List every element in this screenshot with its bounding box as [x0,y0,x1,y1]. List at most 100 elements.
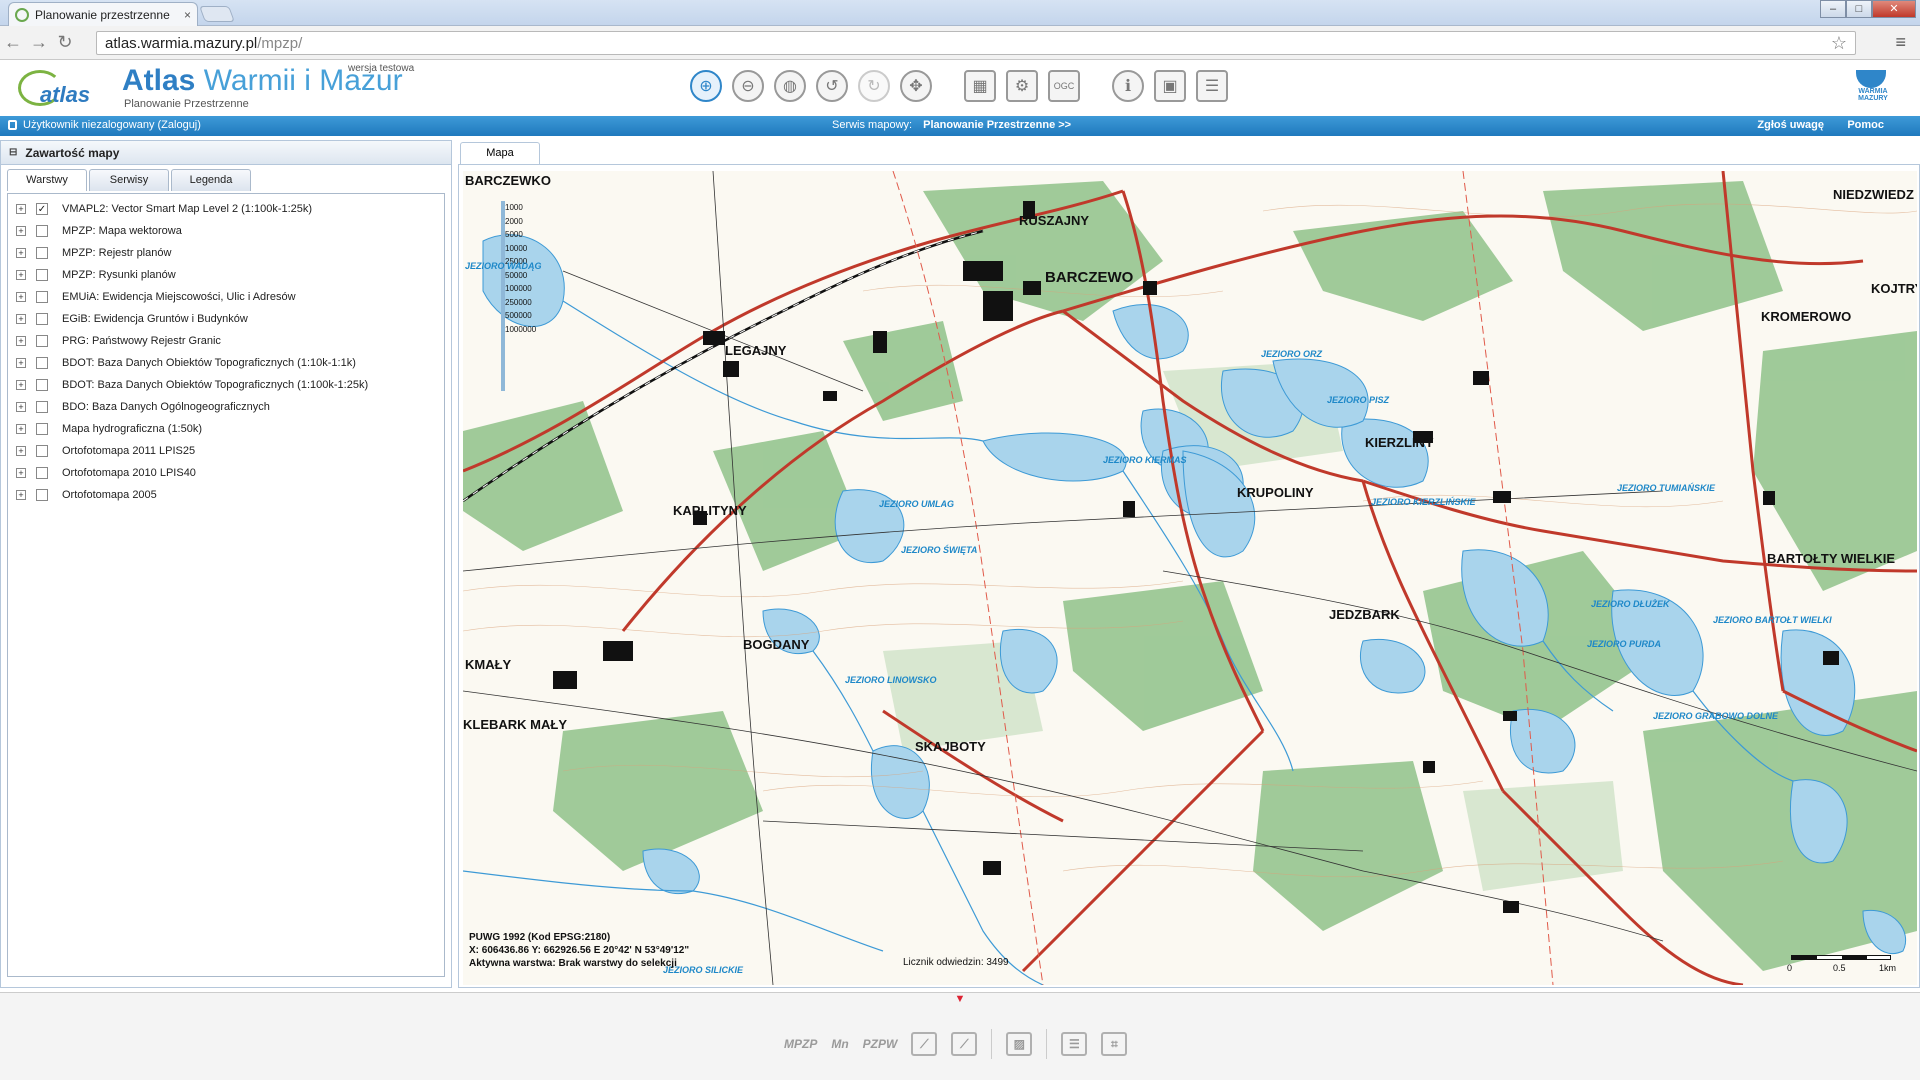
bookmark-star-icon[interactable]: ☆ [1831,33,1847,54]
layer-checkbox[interactable] [36,335,48,347]
zoom-scale-tick[interactable]: 2000 [505,215,536,229]
browser-tab[interactable]: Planowanie przestrzenne × [8,2,198,26]
layer-label[interactable]: EMUiA: Ewidencja Miejscowości, Ulic i Ad… [62,291,296,303]
mpzp-tool[interactable]: MPZP [784,1037,817,1051]
lake-label: JEZIORO UMLAG [879,499,955,509]
measure-area-icon[interactable]: ⟋ [951,1032,978,1056]
edit-list-icon[interactable]: ☰ [1061,1032,1088,1056]
expand-icon[interactable]: + [16,490,26,500]
tab-map[interactable]: Mapa [460,142,540,164]
layer-checkbox[interactable] [36,357,48,369]
window-close-button[interactable]: ✕ [1872,0,1916,18]
zoom-out-icon[interactable]: ⊖ [732,70,764,102]
layers-grid-icon[interactable]: ▣ [1154,70,1186,102]
layer-checkbox[interactable] [36,313,48,325]
document-list-icon[interactable]: ☰ [1196,70,1228,102]
expand-icon[interactable]: + [16,468,26,478]
layer-checkbox[interactable] [36,401,48,413]
expand-icon[interactable]: + [16,446,26,456]
collapse-icon[interactable]: ⊟ [9,147,17,158]
expand-icon[interactable]: + [16,380,26,390]
expand-icon[interactable]: + [16,248,26,258]
layer-label[interactable]: MPZP: Mapa wektorowa [62,225,182,237]
expand-icon[interactable]: + [16,358,26,368]
print-icon[interactable]: ▦ [964,70,996,102]
coordinate-system: PUWG 1992 (Kod EPSG:2180) [469,932,611,943]
layer-label[interactable]: BDOT: Baza Danych Obiektów Topograficzny… [62,357,356,369]
info-icon[interactable]: ℹ [1112,70,1144,102]
forward-icon[interactable]: → [26,32,52,53]
report-link[interactable]: Zgłoś uwagę [1757,119,1824,131]
layer-checkbox[interactable] [36,489,48,501]
zoom-scale-tick[interactable]: 10000 [505,242,536,256]
zoom-in-icon[interactable]: ⊕ [690,70,722,102]
layer-checkbox[interactable] [36,379,48,391]
history-back-icon[interactable]: ↺ [816,70,848,102]
layer-label[interactable]: Ortofotomapa 2011 LPIS25 [62,445,195,457]
expand-icon[interactable]: + [16,292,26,302]
mn-tool[interactable]: Mn [831,1037,848,1051]
expand-icon[interactable]: + [16,270,26,280]
login-link[interactable]: Użytkownik niezalogowany (Zaloguj) [23,119,201,131]
tab-services[interactable]: Serwisy [89,169,169,191]
measure-line-icon[interactable]: ⟋ [911,1032,938,1056]
layer-checkbox[interactable] [36,423,48,435]
tab-close-icon[interactable]: × [184,8,191,22]
zoom-scale-tick[interactable]: 250000 [505,296,536,310]
back-icon[interactable]: ← [0,32,26,53]
layer-label[interactable]: BDO: Baza Danych Ogólnogeograficznych [62,401,270,413]
reload-icon[interactable]: ↻ [52,32,78,53]
chart-icon[interactable]: ⌗ [1101,1032,1128,1056]
expand-arrow-icon[interactable]: ▼ [953,993,967,1005]
tab-legend[interactable]: Legenda [171,169,251,191]
layer-checkbox[interactable] [36,247,48,259]
expand-icon[interactable]: + [16,226,26,236]
tab-layers[interactable]: Warstwy [7,169,87,191]
layer-checkbox[interactable] [36,291,48,303]
expand-icon[interactable]: + [16,204,26,214]
layer-checkbox[interactable] [36,225,48,237]
layer-label[interactable]: Mapa hydrograficzna (1:50k) [62,423,202,435]
layer-checkbox[interactable] [36,467,48,479]
layer-label[interactable]: Ortofotomapa 2005 [62,489,157,501]
layer-label[interactable]: MPZP: Rysunki planów [62,269,176,281]
pan-icon[interactable]: ✥ [900,70,932,102]
place-label: KROMEROWO [1761,309,1852,324]
address-bar[interactable]: atlas.warmia.mazury.pl /mpzp/ ☆ [96,31,1856,55]
expand-icon[interactable]: + [16,424,26,434]
hatch-icon[interactable]: ▨ [1006,1032,1033,1056]
atlas-logo[interactable]: atlas [18,66,98,110]
zoom-scale-tick[interactable]: 5000 [505,228,536,242]
expand-icon[interactable]: + [16,402,26,412]
zoom-scale-tick[interactable]: 1000000 [505,323,536,337]
layer-row: + Ortofotomapa 2011 LPIS25 [8,440,444,462]
layer-label[interactable]: BDOT: Baza Danych Obiektów Topograficzny… [62,379,368,391]
ogc-icon[interactable]: OGC [1048,70,1080,102]
layer-label[interactable]: PRG: Państwowy Rejestr Granic [62,335,221,347]
zoom-scale-tick[interactable]: 1000 [505,201,536,215]
layer-label[interactable]: VMAPL2: Vector Smart Map Level 2 (1:100k… [62,203,312,215]
layer-checkbox[interactable]: ✓ [36,203,48,215]
zoom-scale-tick[interactable]: 500000 [505,309,536,323]
settings-icon[interactable]: ⚙ [1006,70,1038,102]
help-link[interactable]: Pomoc [1847,119,1884,131]
pzpw-tool[interactable]: PZPW [863,1037,898,1051]
layer-checkbox[interactable] [36,445,48,457]
zoom-scale-tick[interactable]: 100000 [505,282,536,296]
expand-icon[interactable]: + [16,314,26,324]
history-forward-icon[interactable]: ↻ [858,70,890,102]
minimize-button[interactable]: – [1820,0,1846,18]
expand-icon[interactable]: + [16,336,26,346]
map-content-panel: ⊟ Zawartość mapy Warstwy Serwisy Legenda… [0,140,452,988]
new-tab-button[interactable] [199,6,235,22]
maximize-button[interactable]: □ [1846,0,1872,18]
layer-label[interactable]: EGiB: Ewidencja Gruntów i Budynków [62,313,248,325]
browser-menu-icon[interactable]: ≡ [1895,32,1906,53]
layer-label[interactable]: Ortofotomapa 2010 LPIS40 [62,467,196,479]
layer-label[interactable]: MPZP: Rejestr planów [62,247,171,259]
map-canvas[interactable]: 1000 2000 5000 10000 25000 50000 100000 250000 5… [463,171,1917,985]
globe-icon[interactable]: ◍ [774,70,806,102]
layer-row: + Ortofotomapa 2005 [8,484,444,506]
service-link[interactable]: Planowanie Przestrzenne >> [923,119,1071,131]
layer-checkbox[interactable] [36,269,48,281]
